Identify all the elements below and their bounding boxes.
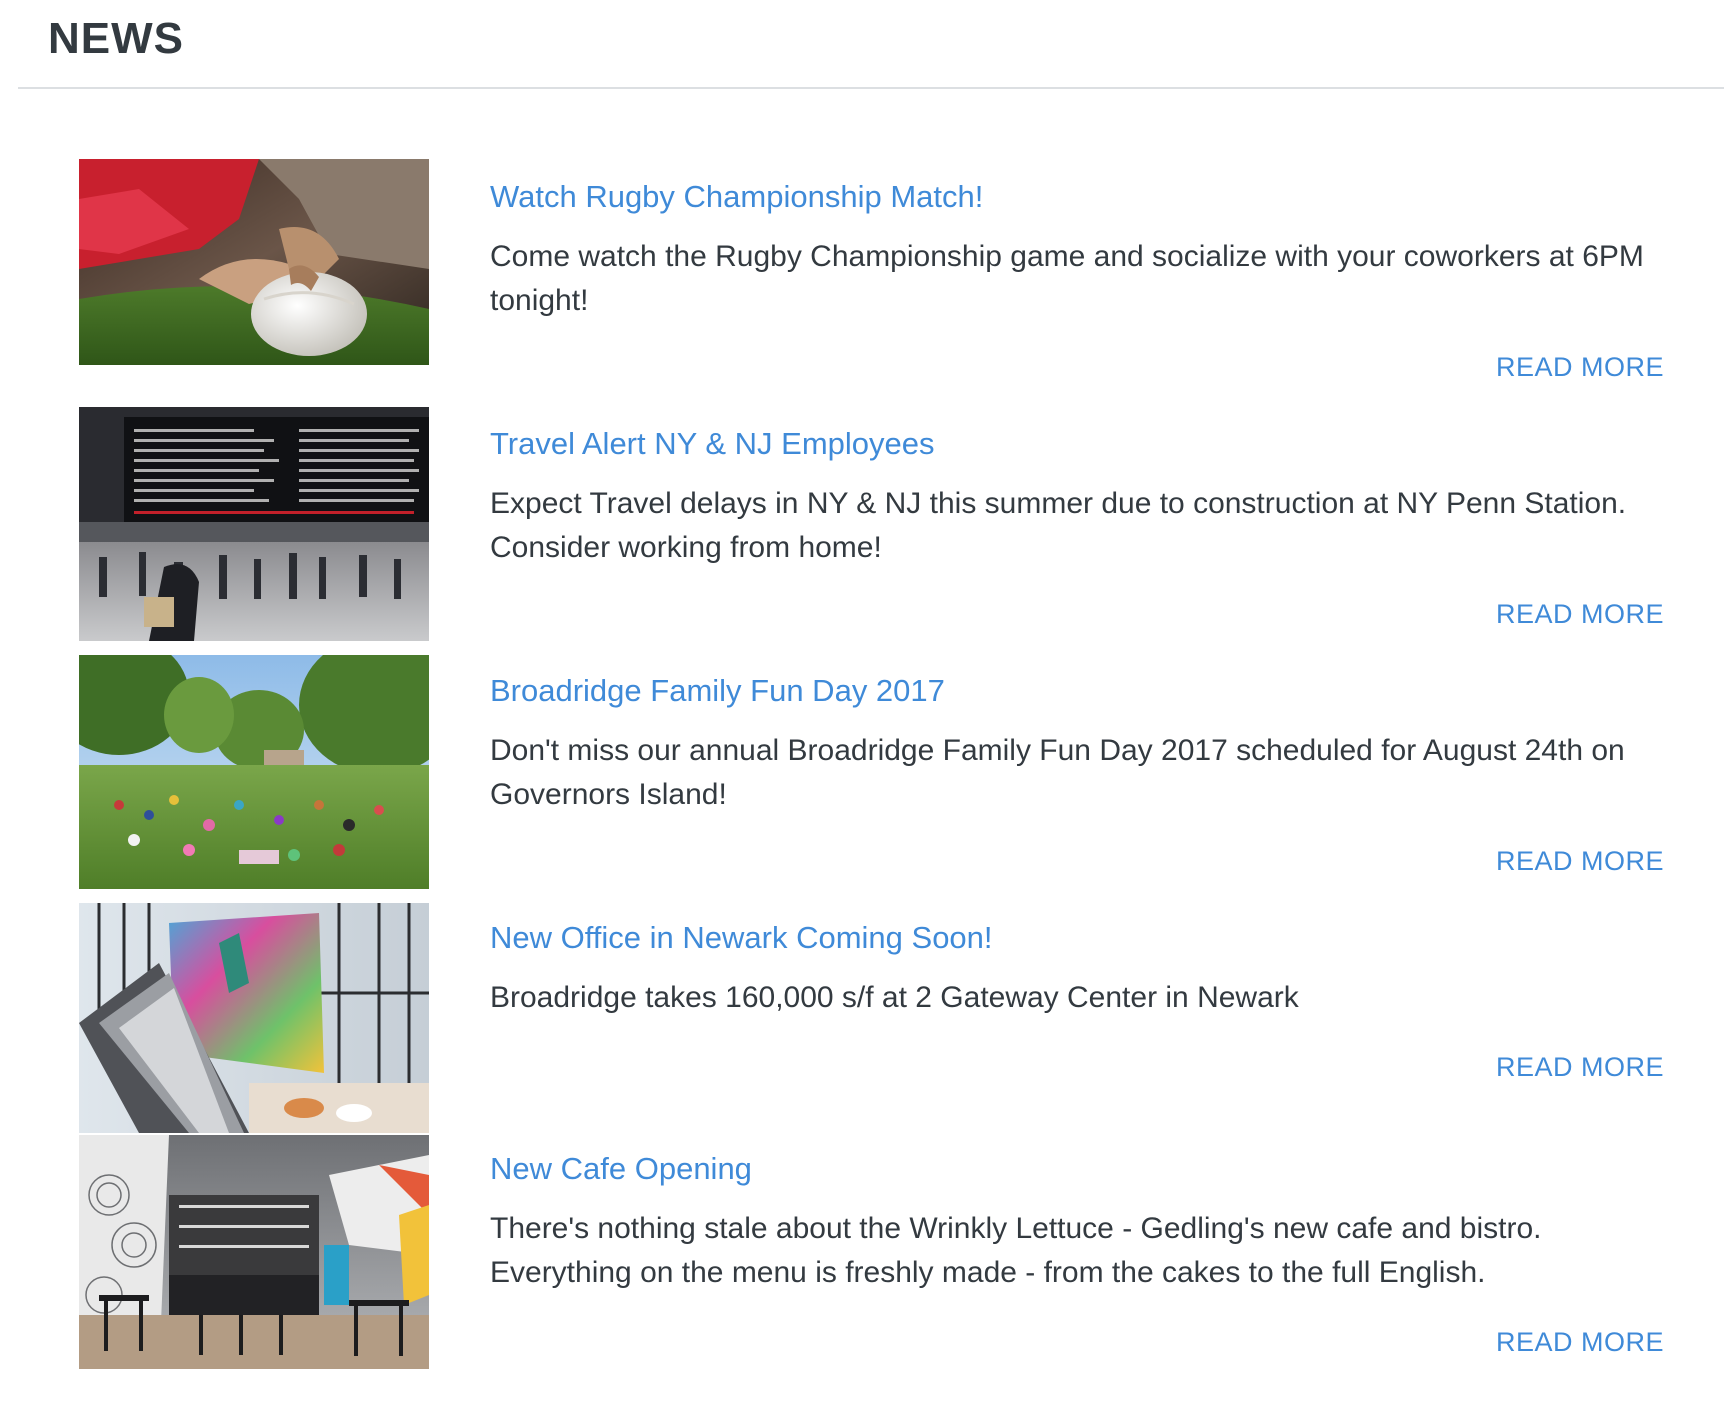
news-summary: Come watch the Rugby Championship game a… xyxy=(490,240,1644,317)
news-summary: Expect Travel delays in NY & NJ this sum… xyxy=(490,487,1627,564)
news-summary: Broadridge takes 160,000 s/f at 2 Gatewa… xyxy=(490,981,1299,1014)
news-thumbnail-newark-office[interactable] xyxy=(79,903,429,1133)
news-title-link[interactable]: New Office in Newark Coming Soon! xyxy=(490,918,993,958)
office-lobby-photo xyxy=(79,903,429,1133)
news-title-link[interactable]: New Cafe Opening xyxy=(490,1149,752,1189)
news-thumbnail-family-fun-day[interactable] xyxy=(79,655,429,889)
news-summary: Don't miss our annual Broadridge Family … xyxy=(490,734,1625,811)
read-more-link[interactable]: READ MORE xyxy=(1496,1325,1664,1359)
read-more-link[interactable]: READ MORE xyxy=(1496,1050,1664,1084)
news-summary: There's nothing stale about the Wrinkly … xyxy=(490,1212,1542,1289)
news-thumbnail-rugby[interactable] xyxy=(79,159,429,365)
news-title-link[interactable]: Broadridge Family Fun Day 2017 xyxy=(490,671,945,711)
rugby-photo xyxy=(79,159,429,365)
train-station-photo xyxy=(79,407,429,641)
news-thumbnail-cafe[interactable] xyxy=(79,1135,429,1369)
read-more-link[interactable]: READ MORE xyxy=(1496,844,1664,878)
read-more-link[interactable]: READ MORE xyxy=(1496,597,1664,631)
park-picnic-photo xyxy=(79,655,429,889)
news-title-link[interactable]: Watch Rugby Championship Match! xyxy=(490,177,983,217)
news-list: Watch Rugby Championship Match! Come wat… xyxy=(0,0,1730,1402)
news-title-link[interactable]: Travel Alert NY & NJ Employees xyxy=(490,424,935,464)
news-thumbnail-travel[interactable] xyxy=(79,407,429,641)
cafe-interior-photo xyxy=(79,1135,429,1369)
read-more-link[interactable]: READ MORE xyxy=(1496,350,1664,384)
